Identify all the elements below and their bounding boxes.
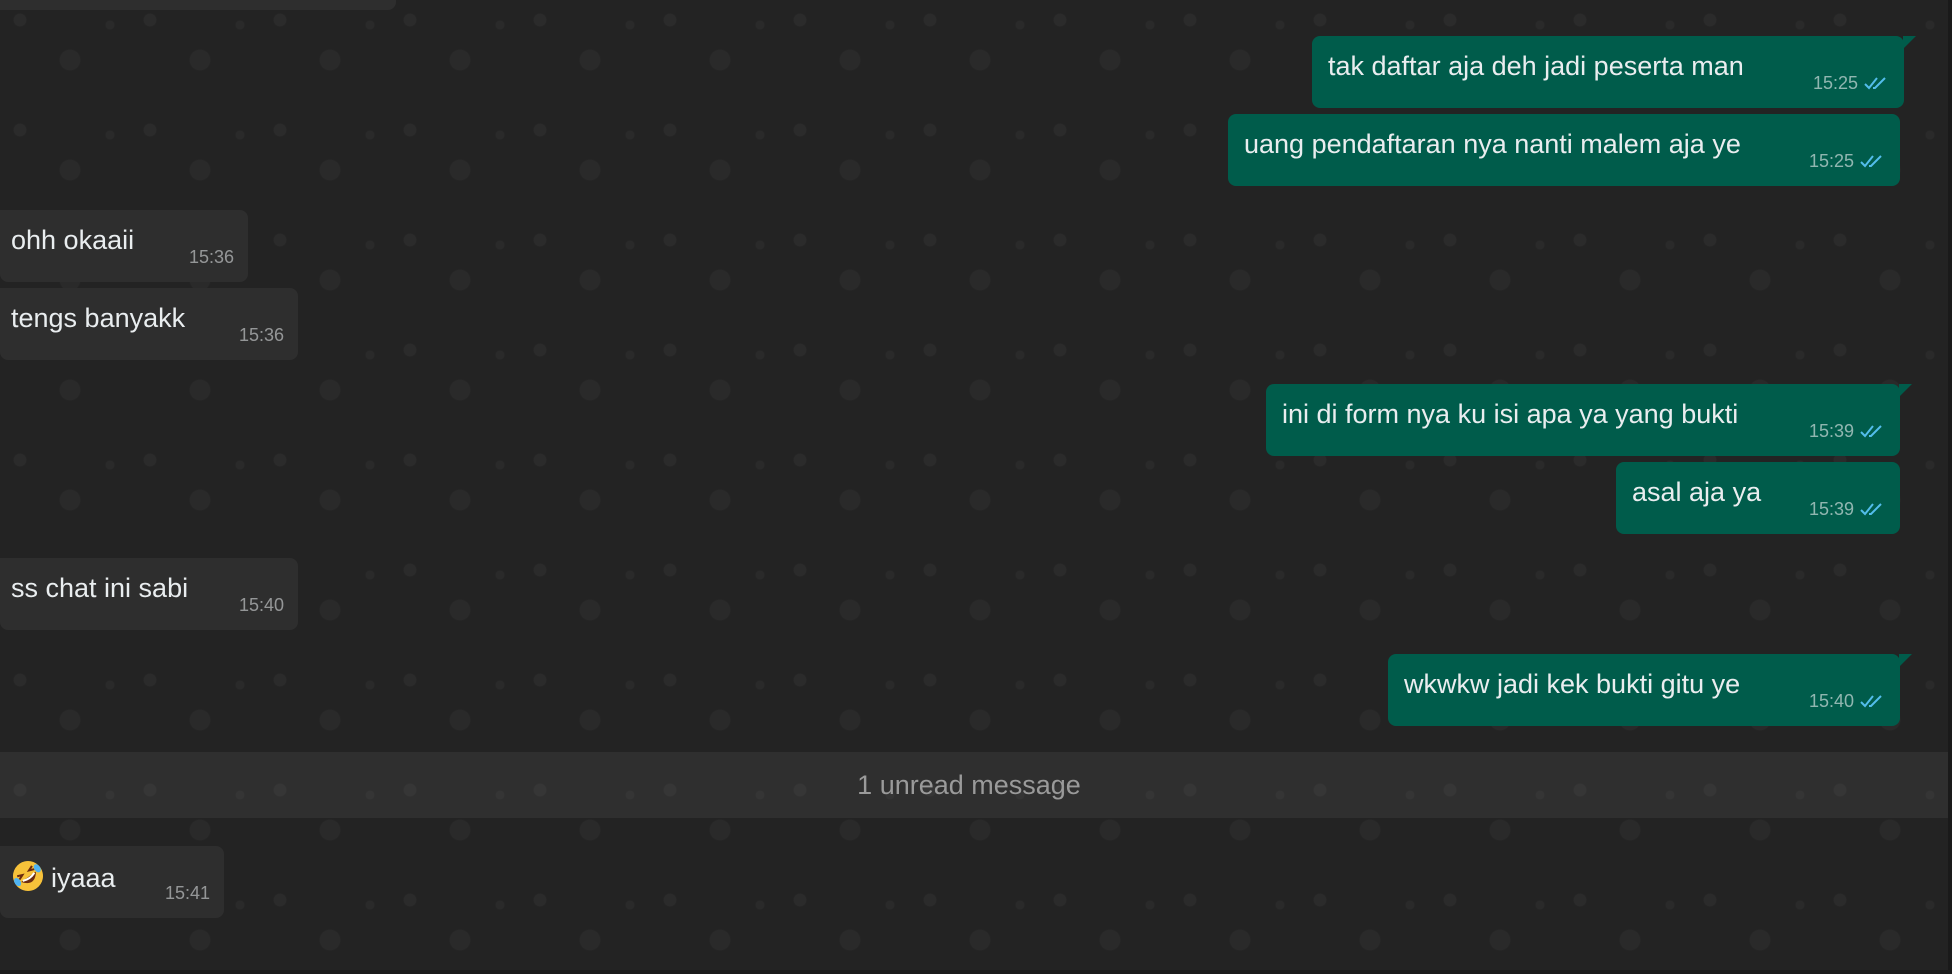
message-time: 15:40 — [238, 595, 284, 615]
message-time: 15:25 — [1812, 73, 1858, 93]
double-check-icon — [1860, 503, 1882, 516]
message-meta: 15:25 — [1809, 144, 1884, 178]
message-meta: 15:40 — [239, 588, 284, 622]
message-bubble-outgoing[interactable]: tak daftar aja deh jadi peserta man 15:2… — [1312, 36, 1916, 108]
message-bubble-outgoing[interactable]: wkwkw jadi kek bukti gitu ye 15:40 — [1388, 654, 1912, 726]
message-text-content: iyaaa — [51, 863, 116, 893]
message-time: 15:40 — [1808, 691, 1854, 711]
message-meta: 15:36 — [239, 318, 284, 352]
message-bubble-incoming[interactable]: ohh okaaii 15:36 — [0, 210, 248, 282]
message-bubble-incoming[interactable]: ss chat ini sabi 15:40 — [0, 558, 298, 630]
message-meta: 15:41 — [165, 876, 210, 910]
message-text: ini di form nya ku isi apa ya yang bukti — [1282, 399, 1739, 429]
message-bubble-outgoing[interactable]: ini di form nya ku isi apa ya yang bukti… — [1266, 384, 1912, 456]
bubble-tail — [1903, 36, 1916, 49]
unread-divider-label: 1 unread message — [857, 769, 1081, 800]
message-meta: 15:40 — [1809, 684, 1884, 718]
message-bubble-outgoing[interactable]: uang pendaftaran nya nanti malem aja ye … — [1228, 114, 1900, 186]
message-time: 15:39 — [1808, 499, 1854, 519]
message-time: 15:39 — [1808, 421, 1854, 441]
message-meta: 15:39 — [1809, 414, 1884, 448]
message-text: tak daftar aja deh jadi peserta man — [1328, 51, 1744, 81]
message-meta: 15:36 — [189, 240, 234, 274]
previous-message-stub — [0, 0, 396, 10]
message-bubble-incoming[interactable]: tengs banyakk 15:36 — [0, 288, 298, 360]
message-time: 15:41 — [164, 883, 210, 903]
bubble-tail — [1899, 654, 1912, 667]
message-time: 15:36 — [238, 325, 284, 345]
unread-divider: 1 unread message — [0, 752, 1948, 818]
rolling-on-the-floor-laughing-emoji-icon — [12, 861, 43, 891]
message-meta: 15:39 — [1809, 492, 1884, 526]
double-check-icon — [1864, 77, 1886, 90]
double-check-icon — [1860, 425, 1882, 438]
message-bubble-outgoing[interactable]: asal aja ya 15:39 — [1616, 462, 1900, 534]
bubble-tail — [1899, 384, 1912, 397]
chat-background: tak daftar aja deh jadi peserta man 15:2… — [0, 0, 1952, 974]
double-check-icon — [1860, 155, 1882, 168]
message-meta: 15:25 — [1813, 66, 1888, 100]
message-bubble-incoming[interactable]: iyaaa 15:41 — [0, 846, 224, 918]
window-edge — [0, 970, 1952, 974]
message-text: uang pendaftaran nya nanti malem aja ye — [1244, 129, 1741, 159]
message-time: 15:36 — [188, 247, 234, 267]
window-edge — [1948, 0, 1952, 974]
double-check-icon — [1860, 695, 1882, 708]
message-time: 15:25 — [1808, 151, 1854, 171]
